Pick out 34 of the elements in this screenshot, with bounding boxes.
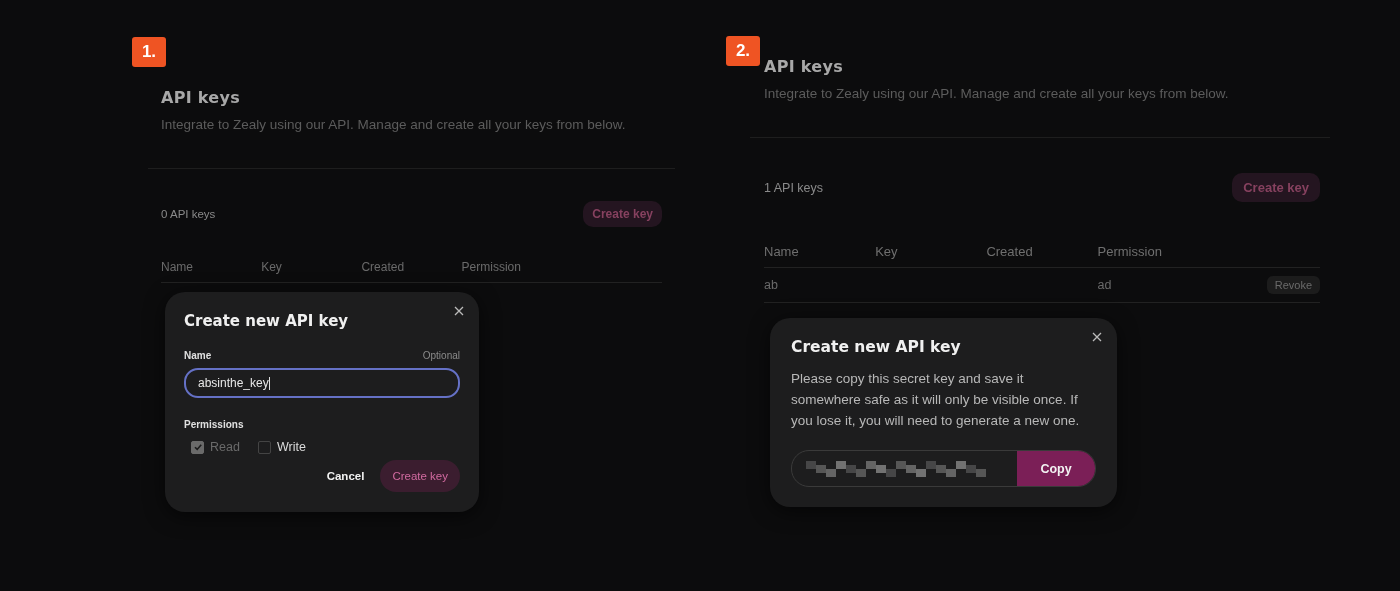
cancel-button[interactable]: Cancel: [326, 470, 365, 482]
step-badge: 1.: [132, 37, 166, 67]
column-header: Name: [161, 260, 194, 274]
create-key-button[interactable]: Create key: [380, 460, 460, 492]
key-count: 1 API keys: [764, 180, 824, 195]
create-key-button[interactable]: Create key: [1232, 173, 1320, 202]
optional-hint: Optional: [422, 350, 460, 361]
dialog-title: Create new API key: [791, 338, 962, 356]
page-title: API keys: [161, 88, 242, 107]
check-icon: [192, 442, 203, 452]
close-icon[interactable]: [1092, 332, 1102, 342]
table-cell-text: ab: [764, 278, 779, 292]
revoke-button[interactable]: Revoke: [1266, 276, 1320, 294]
page-subtitle: Integrate to Zealy using our API. Manage and create all your keys from below.: [161, 117, 627, 132]
create-key-button[interactable]: Create key: [583, 201, 662, 227]
key-count: 0 API keys: [161, 208, 216, 220]
field-label: Permissions: [184, 419, 245, 430]
table-cell-text: ad: [1097, 278, 1113, 292]
column-header: Key: [261, 260, 283, 274]
dialog-message: Please copy this secret key and save it somewhere safe as it will only be visible once. If you lose it, you will need to generate a new one.: [791, 370, 1081, 430]
step-badge: 2.: [726, 36, 760, 66]
column-header: Permission: [1097, 244, 1163, 259]
column-header: Permission: [461, 260, 522, 274]
page-title: API keys: [764, 57, 845, 76]
name-input-field[interactable]: absinthe_key: [184, 368, 460, 398]
close-icon[interactable]: [454, 306, 464, 316]
page-subtitle: Integrate to Zealy using our API. Manage and create all your keys from below.: [764, 86, 1230, 101]
field-label: Name: [184, 350, 212, 361]
column-header: Created: [361, 260, 406, 274]
column-header: Key: [875, 244, 899, 259]
dialog-title: Create new API key: [184, 312, 350, 330]
permission-checkbox[interactable]: Write: [257, 440, 306, 454]
column-header: Name: [764, 244, 800, 259]
column-header: Created: [986, 244, 1034, 259]
